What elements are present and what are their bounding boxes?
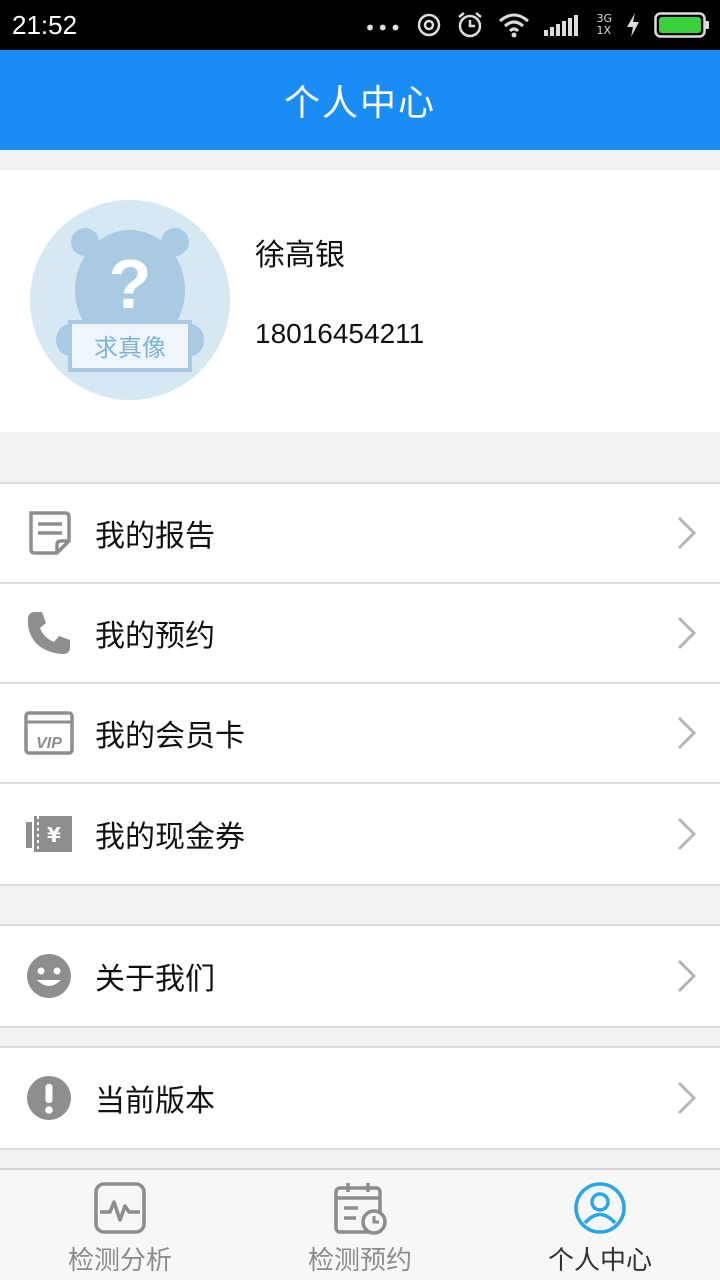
chevron-right-icon	[677, 817, 697, 851]
tab-personal-center[interactable]: 个人中心	[480, 1170, 720, 1280]
battery-icon	[654, 12, 709, 38]
chevron-right-icon	[677, 1081, 697, 1115]
menu-item-current-version[interactable]: 当前版本	[0, 1048, 720, 1148]
phone-icon	[24, 608, 74, 658]
person-icon	[574, 1182, 626, 1234]
smiley-icon	[24, 951, 74, 1001]
vip-card-icon: VIP	[24, 708, 74, 758]
user-phone: 18016454211	[255, 318, 425, 349]
svg-text:VIP: VIP	[36, 735, 62, 752]
status-time: 21:52	[12, 10, 78, 40]
status-bar: 21:52 ••• 3G 1X	[0, 0, 720, 50]
pulse-icon	[94, 1182, 146, 1234]
chevron-right-icon	[677, 616, 697, 650]
report-icon	[24, 508, 74, 558]
menu-item-my-report[interactable]: 我的报告	[0, 484, 720, 584]
charging-icon	[627, 13, 639, 37]
menu-label: 当前版本	[95, 1084, 215, 1119]
page-title: 个人中心	[283, 83, 436, 124]
menu-label: 我的预约	[95, 619, 215, 654]
wifi-icon	[499, 13, 530, 38]
tab-label: 检测分析	[67, 1246, 172, 1276]
exclamation-icon	[24, 1073, 74, 1123]
status-icons: ••• 3G 1X	[364, 8, 710, 42]
menu-label: 我的现金券	[95, 820, 245, 855]
menu-group-about: 关于我们	[0, 924, 720, 1028]
svg-text:?: ?	[109, 245, 152, 323]
calendar-icon	[334, 1183, 387, 1235]
tab-label: 个人中心	[547, 1246, 652, 1276]
tab-detection-analysis[interactable]: 检测分析	[0, 1170, 240, 1280]
avatar[interactable]: ? 求真像	[30, 200, 230, 400]
hotspot-icon	[418, 13, 441, 37]
network-type: 3G 1X	[596, 12, 612, 37]
header-bar: 个人中心	[0, 50, 720, 150]
tab-detection-appointment[interactable]: 检测预约	[240, 1170, 480, 1280]
avatar-caption: 求真像	[94, 334, 166, 362]
chevron-right-icon	[677, 516, 697, 550]
menu-group-main: 我的报告 我的预约 VIP 我的会员卡 ¥ 我的现金券	[0, 482, 720, 886]
svg-text:¥: ¥	[47, 823, 61, 847]
menu-item-my-appointment[interactable]: 我的预约	[0, 584, 720, 684]
menu-label: 我的会员卡	[95, 719, 245, 754]
bottom-tab-bar: 检测分析 检测预约 个人中心	[0, 1168, 720, 1280]
menu-group-version: 当前版本	[0, 1046, 720, 1150]
chevron-right-icon	[677, 716, 697, 750]
menu-item-my-cash-coupon[interactable]: ¥ 我的现金券	[0, 784, 720, 884]
menu-item-my-vip-card[interactable]: VIP 我的会员卡	[0, 684, 720, 784]
more-dots-icon: •••	[364, 16, 403, 40]
user-name: 徐高银	[255, 238, 345, 273]
tab-label: 检测预约	[307, 1246, 412, 1276]
bear-placeholder-icon: ? 求真像	[30, 200, 230, 400]
menu-item-about-us[interactable]: 关于我们	[0, 926, 720, 1026]
signal-icon	[544, 15, 579, 36]
profile-card[interactable]: ? 求真像 徐高银 18016454211	[0, 170, 720, 432]
cash-coupon-icon: ¥	[24, 809, 74, 859]
chevron-right-icon	[677, 959, 697, 993]
menu-label: 关于我们	[95, 962, 215, 997]
menu-label: 我的报告	[95, 519, 215, 554]
alarm-icon	[458, 12, 483, 38]
